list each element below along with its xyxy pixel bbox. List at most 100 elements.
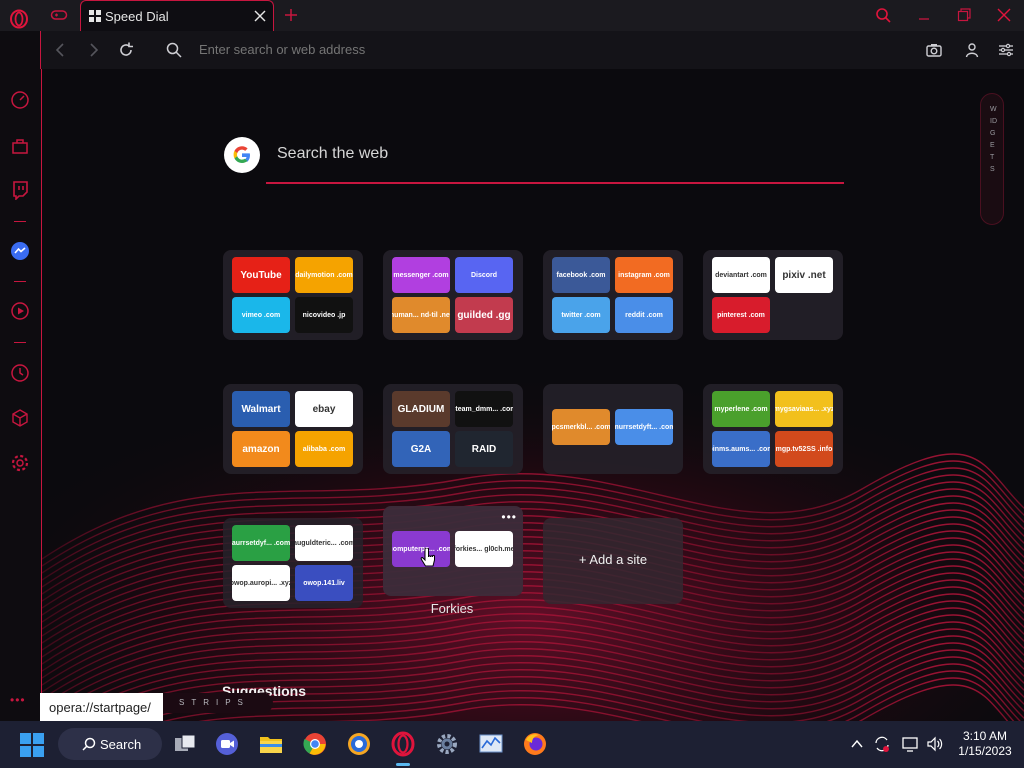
speed-dial-tile[interactable]: facebook .com <box>552 257 610 293</box>
speed-dial-folder[interactable]: messenger .com Discord human... nd-til .ne… <box>383 250 523 340</box>
minimize-icon[interactable] <box>916 7 932 23</box>
sync-icon[interactable] <box>873 735 891 753</box>
speed-dial-tile[interactable]: guilded .gg <box>455 297 513 333</box>
speed-dial-tile[interactable]: GLADIUM <box>392 391 450 427</box>
speed-dial-folder[interactable]: YouTube dailymotion .com vimeo .com nicovid… <box>223 250 363 340</box>
speed-dial-tile[interactable]: alibaba .com <box>295 431 353 467</box>
history-clock-icon[interactable] <box>10 363 30 383</box>
player-icon[interactable] <box>10 301 30 321</box>
sidebar-divider <box>14 281 26 282</box>
speed-dial-tile[interactable]: twitter .com <box>552 297 610 333</box>
speed-dial-folder[interactable]: aurrsetdyf... .com auguldteric... .com owo… <box>223 518 363 608</box>
speed-dial-tile[interactable]: G2A <box>392 431 450 467</box>
speed-dial-tile[interactable]: mygsaviaas... .xyz <box>775 391 833 427</box>
network-icon[interactable] <box>901 735 919 753</box>
widgets-tab[interactable]: WIDGETS <box>980 93 1004 225</box>
speed-dial-tile[interactable]: owop.auropi... .xyz <box>232 565 290 601</box>
address-input[interactable] <box>199 42 719 57</box>
tab-title: Speed Dial <box>105 9 169 24</box>
firefox-icon[interactable] <box>522 731 548 757</box>
speed-dial-folder[interactable]: deviantart .com pixiv .net pinterest .com <box>703 250 843 340</box>
speed-dial-tile[interactable]: reddit .com <box>615 297 673 333</box>
extensions-cube-icon[interactable] <box>10 408 30 428</box>
speed-dial-tile[interactable]: human... nd-til .net <box>392 297 450 333</box>
snapshot-camera-icon[interactable] <box>925 41 943 59</box>
speed-dial-tile[interactable]: aurrsetdyf... .com <box>232 525 290 561</box>
search-underline <box>266 182 844 184</box>
opera-menu-icon[interactable] <box>9 9 29 29</box>
bag-icon[interactable] <box>10 136 30 156</box>
strips-toggle[interactable]: STRIPS <box>163 693 273 713</box>
speed-dial-tile[interactable]: myperlene .com <box>712 391 770 427</box>
add-site-button[interactable]: + Add a site <box>543 518 683 604</box>
settings-gear-taskbar-icon[interactable] <box>434 731 460 757</box>
close-tab-icon[interactable] <box>253 9 267 23</box>
taskbar-search-button[interactable]: Search <box>58 728 162 760</box>
speed-dial-tile[interactable]: YouTube <box>232 257 290 293</box>
back-icon[interactable] <box>52 41 70 59</box>
speed-dial-tile[interactable]: murrsetdyft... .com <box>615 409 673 445</box>
speed-dial-tile[interactable]: dailymotion .com <box>295 257 353 293</box>
speed-dial-tile[interactable]: nicovideo .jp <box>295 297 353 333</box>
file-explorer-icon[interactable] <box>258 731 284 757</box>
speed-dial-tile[interactable]: forkies... gl0ch.me <box>455 531 513 567</box>
speed-dial-folder[interactable]: myperlene .com mygsaviaas... .xyz pinms.au… <box>703 384 843 474</box>
google-logo-icon <box>224 137 260 173</box>
messenger-icon[interactable] <box>10 241 30 261</box>
restore-icon[interactable] <box>956 7 972 23</box>
speed-dial-tile[interactable]: owop.141.liv <box>295 565 353 601</box>
taskbar: Search 3:10 AM 1/15/2023 <box>0 721 1024 768</box>
settings-gear-icon[interactable] <box>10 453 30 473</box>
sidebar-divider <box>14 221 26 222</box>
opera-taskbar-icon[interactable] <box>390 731 416 757</box>
address-bar <box>40 31 1024 69</box>
speed-dial-tile[interactable]: instagram .com <box>615 257 673 293</box>
show-hidden-icons-icon[interactable] <box>850 738 864 750</box>
tab-speed-dial[interactable]: Speed Dial <box>80 0 274 31</box>
volume-icon[interactable] <box>926 735 944 753</box>
speed-dial-tile[interactable]: messenger .com <box>392 257 450 293</box>
easy-setup-icon[interactable] <box>997 41 1015 59</box>
speed-dial-tile[interactable]: pixiv .net <box>775 257 833 293</box>
web-search-box[interactable]: Search the web <box>224 135 844 187</box>
speed-dial-tile[interactable]: pcsmerkbl... .com <box>552 409 610 445</box>
speed-dial-folder[interactable]: pcsmerkbl... .com murrsetdyft... .com <box>543 384 683 474</box>
sidebar-more-icon[interactable]: ••• <box>10 693 26 707</box>
mouse-cursor-icon <box>420 548 435 567</box>
speed-dial-folder[interactable]: computerps... .com forkies... gl0ch.me ••• <box>383 506 523 596</box>
speed-dial-grid-icon <box>89 10 101 22</box>
speed-dial-tile[interactable]: RAID <box>455 431 513 467</box>
reload-icon[interactable] <box>117 41 135 59</box>
folder-more-icon[interactable]: ••• <box>501 510 517 524</box>
speed-dial-tile[interactable]: vimeo .com <box>232 297 290 333</box>
windows-start-icon[interactable] <box>20 733 44 757</box>
new-tab-icon[interactable] <box>283 7 299 23</box>
close-window-icon[interactable] <box>996 7 1012 23</box>
chrome-icon[interactable] <box>302 731 328 757</box>
forward-icon[interactable] <box>84 41 102 59</box>
speed-dial-tile[interactable]: auguldteric... .com <box>295 525 353 561</box>
speed-dial-folder[interactable]: GLADIUMsteam_dmm... .comG2ARAID <box>383 384 523 474</box>
speed-dial-tile[interactable]: ebay <box>295 391 353 427</box>
speed-dial-tile[interactable]: Walmart <box>232 391 290 427</box>
avast-browser-icon[interactable] <box>346 731 372 757</box>
account-icon[interactable] <box>963 41 981 59</box>
speed-dial-tile[interactable]: Discord <box>455 257 513 293</box>
twitch-icon[interactable] <box>10 180 30 200</box>
speed-dial-tile[interactable]: amazon <box>232 431 290 467</box>
performance-monitor-icon[interactable] <box>478 731 504 757</box>
speed-dial-folder[interactable]: facebook .com instagram .com twitter .com r… <box>543 250 683 340</box>
meet-icon[interactable] <box>214 731 240 757</box>
tab-search-icon[interactable] <box>875 7 891 23</box>
task-view-icon[interactable] <box>172 731 198 757</box>
speed-dial-tile[interactable]: pinms.aums... .com <box>712 431 770 467</box>
speed-dial-gauge-icon[interactable] <box>10 90 30 110</box>
speed-dial-tile[interactable]: mgp.tv52SS .info <box>775 431 833 467</box>
speed-dial-tile[interactable]: deviantart .com <box>712 257 770 293</box>
speed-dial-folder[interactable]: Walmart ebay amazon alibaba .com <box>223 384 363 474</box>
gamepad-icon[interactable] <box>50 8 68 22</box>
speed-dial-tile[interactable]: pinterest .com <box>712 297 770 333</box>
speed-dial-tile[interactable]: steam_dmm... .com <box>455 391 513 427</box>
clock[interactable]: 3:10 AM 1/15/2023 <box>950 729 1020 759</box>
taskbar-search-label: Search <box>100 737 142 752</box>
